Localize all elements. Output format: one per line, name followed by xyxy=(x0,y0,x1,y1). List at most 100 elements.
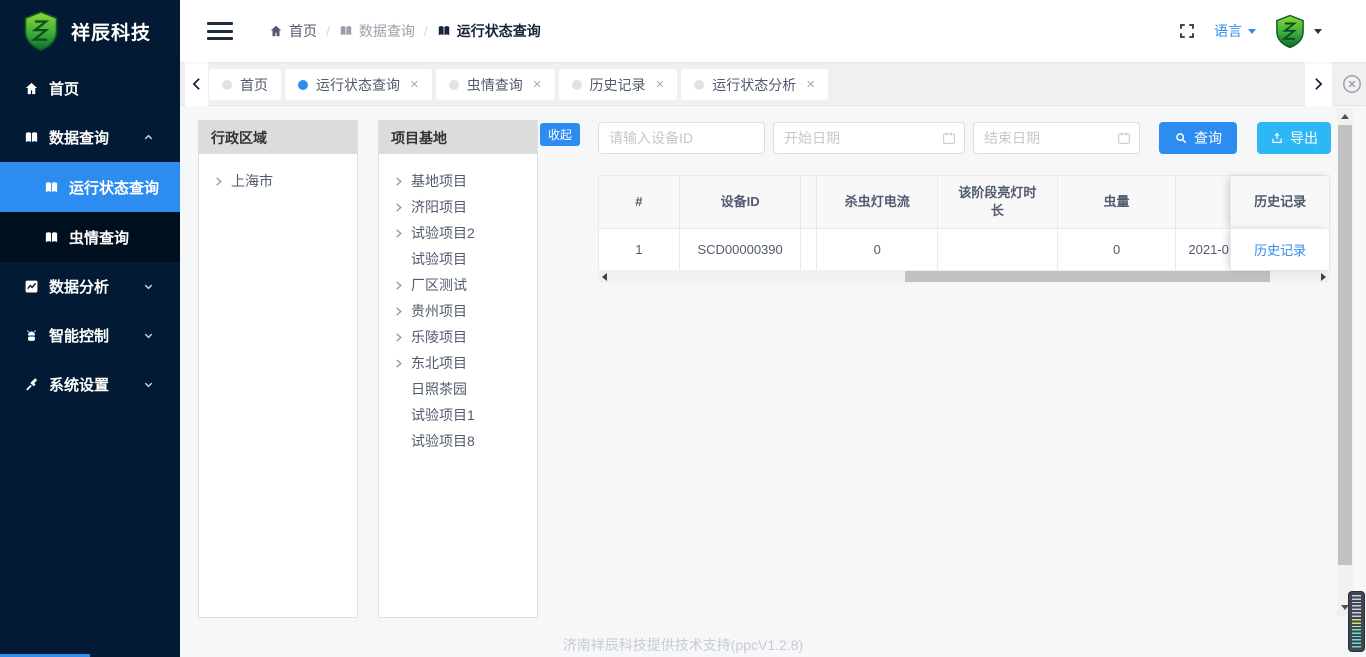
tree-item[interactable]: 乐陵项目 xyxy=(393,324,537,350)
sidebar-item-label: 运行状态查询 xyxy=(69,177,159,198)
tab-dot xyxy=(298,80,308,90)
tree-item[interactable]: 试验项目1 xyxy=(393,402,537,428)
history-record-link[interactable]: 历史记录 xyxy=(1254,240,1306,259)
horizontal-scroll-thumb[interactable] xyxy=(905,271,1270,282)
scrollmap-gray-stripes xyxy=(1352,595,1361,619)
sidebar-item-home[interactable]: 首页 xyxy=(0,64,180,113)
tab-close-icon[interactable] xyxy=(806,77,815,92)
tree-item[interactable]: 试验项目8 xyxy=(393,428,537,454)
breadcrumb-separator: / xyxy=(424,23,428,39)
chevron-right-icon[interactable] xyxy=(393,176,404,187)
chevron-right-icon[interactable] xyxy=(213,176,224,187)
breadcrumb-section[interactable]: 数据查询 xyxy=(339,21,415,41)
cell-history: 历史记录 xyxy=(1230,228,1329,270)
sidebar-item-insect-query[interactable]: 虫情查询 xyxy=(0,212,180,262)
tree-item[interactable]: 基地项目 xyxy=(393,168,537,194)
scroll-up-arrow[interactable] xyxy=(1337,108,1353,125)
region-panel-title: 行政区域 xyxy=(199,121,357,154)
table-header-light-duration: 该阶段亮灯时长 xyxy=(937,176,1057,228)
scroll-right-arrow[interactable] xyxy=(1317,270,1330,283)
search-button[interactable]: 查询 xyxy=(1159,122,1237,154)
avatar[interactable] xyxy=(1274,14,1306,49)
project-panel-title: 项目基地 xyxy=(379,121,537,154)
sidebar-item-smart-control[interactable]: 智能控制 xyxy=(0,311,180,360)
tab-home[interactable]: 首页 xyxy=(209,69,281,100)
table-header-device-id: 设备ID xyxy=(679,176,801,228)
book-icon xyxy=(44,180,59,195)
tab-insect-query[interactable]: 虫情查询 xyxy=(436,69,555,100)
tree-item-label: 基地项目 xyxy=(411,171,467,191)
chevron-right-icon[interactable] xyxy=(393,202,404,213)
tree-item[interactable]: 试验项目2 xyxy=(393,220,537,246)
breadcrumb-home[interactable]: 首页 xyxy=(269,21,317,41)
tree-item[interactable]: 贵州项目 xyxy=(393,298,537,324)
table-header-history: 历史记录 xyxy=(1230,176,1329,228)
scrollmap-yellow-stripes xyxy=(1352,619,1361,630)
book-icon xyxy=(437,24,451,38)
sidebar-item-label: 数据分析 xyxy=(49,276,109,297)
cell-lamp-current: 0 xyxy=(816,228,937,270)
tree-item[interactable]: 试验项目 xyxy=(393,246,537,272)
breadcrumb: 首页 / 数据查询 / 运行状态查询 xyxy=(269,0,541,62)
sidebar-item-label: 智能控制 xyxy=(49,325,109,346)
close-all-tabs-icon[interactable] xyxy=(1341,73,1363,95)
breadcrumb-separator: / xyxy=(326,23,330,39)
chevron-up-icon xyxy=(143,132,154,143)
chevron-right-icon[interactable] xyxy=(393,358,404,369)
start-date-input[interactable] xyxy=(773,122,965,154)
chevron-down-icon xyxy=(143,379,154,390)
tree-item[interactable]: 东北项目 xyxy=(393,350,537,376)
language-selector[interactable]: 语言 xyxy=(1214,21,1256,41)
sidebar-item-system-settings[interactable]: 系统设置 xyxy=(0,360,180,409)
sidebar-item-label: 首页 xyxy=(49,78,79,99)
end-date-field xyxy=(973,122,1140,154)
chevron-down-icon xyxy=(1248,29,1256,34)
calendar-icon xyxy=(1116,130,1132,146)
table-header-date-partial xyxy=(1175,176,1230,228)
sidebar-item-run-status[interactable]: 运行状态查询 xyxy=(0,162,180,212)
table-header-hidden xyxy=(800,176,816,228)
user-menu[interactable] xyxy=(1274,14,1322,49)
export-button[interactable]: 导出 xyxy=(1257,122,1331,154)
device-id-input[interactable] xyxy=(598,122,765,154)
tabs-scroll-right-button[interactable] xyxy=(1305,62,1332,106)
sidebar-item-data-analysis[interactable]: 数据分析 xyxy=(0,262,180,311)
vertical-scrollbar[interactable] xyxy=(1337,108,1353,616)
fullscreen-icon[interactable] xyxy=(1178,22,1196,40)
tree-item-shanghai[interactable]: 上海市 xyxy=(213,168,357,194)
main-content: 行政区域 上海市 项目基地 基地项目 济阳项目 试验项目2 xyxy=(180,106,1366,657)
tab-label: 运行状态查询 xyxy=(316,75,400,95)
chevron-right-icon[interactable] xyxy=(393,228,404,239)
project-panel: 项目基地 基地项目 济阳项目 试验项目2 试验项目 厂区测试 xyxy=(378,120,538,618)
table-header-insect-count: 虫量 xyxy=(1057,176,1176,228)
region-tree: 上海市 xyxy=(199,154,357,194)
tabs-scroll-left-button[interactable] xyxy=(185,62,208,106)
search-button-label: 查询 xyxy=(1194,128,1222,148)
hamburger-menu-icon[interactable] xyxy=(207,22,233,40)
tree-item-label: 日照茶园 xyxy=(411,379,467,399)
chevron-right-icon[interactable] xyxy=(393,280,404,291)
tab-run-status-analysis[interactable]: 运行状态分析 xyxy=(681,69,828,100)
tools-icon xyxy=(24,377,39,392)
chevron-right-icon[interactable] xyxy=(393,332,404,343)
tab-close-icon[interactable] xyxy=(410,77,419,92)
tab-run-status[interactable]: 运行状态查询 xyxy=(285,69,432,100)
chevron-right-icon[interactable] xyxy=(393,306,404,317)
topbar-right: 语言 xyxy=(1178,0,1322,62)
sidebar-item-data-query[interactable]: 数据查询 xyxy=(0,113,180,162)
vertical-scroll-thumb[interactable] xyxy=(1338,125,1352,565)
tree-item[interactable]: 厂区测试 xyxy=(393,272,537,298)
tab-close-icon[interactable] xyxy=(656,77,665,92)
tree-item[interactable]: 日照茶园 xyxy=(393,376,537,402)
table-horizontal-scrollbar[interactable] xyxy=(598,270,1330,283)
scrollmap-teal-stripes xyxy=(1352,629,1361,648)
tab-history[interactable]: 历史记录 xyxy=(559,69,678,100)
end-date-input[interactable] xyxy=(973,122,1140,154)
export-button-label: 导出 xyxy=(1290,128,1318,148)
tab-close-icon[interactable] xyxy=(533,77,542,92)
table-header-lamp-current: 杀虫灯电流 xyxy=(816,176,937,228)
scroll-left-arrow[interactable] xyxy=(598,270,611,283)
footer-support-text: 济南祥辰科技提供技术支持(ppcV1.2.8) xyxy=(483,635,883,655)
collapse-panels-button[interactable]: 收起 xyxy=(540,123,580,146)
tree-item[interactable]: 济阳项目 xyxy=(393,194,537,220)
